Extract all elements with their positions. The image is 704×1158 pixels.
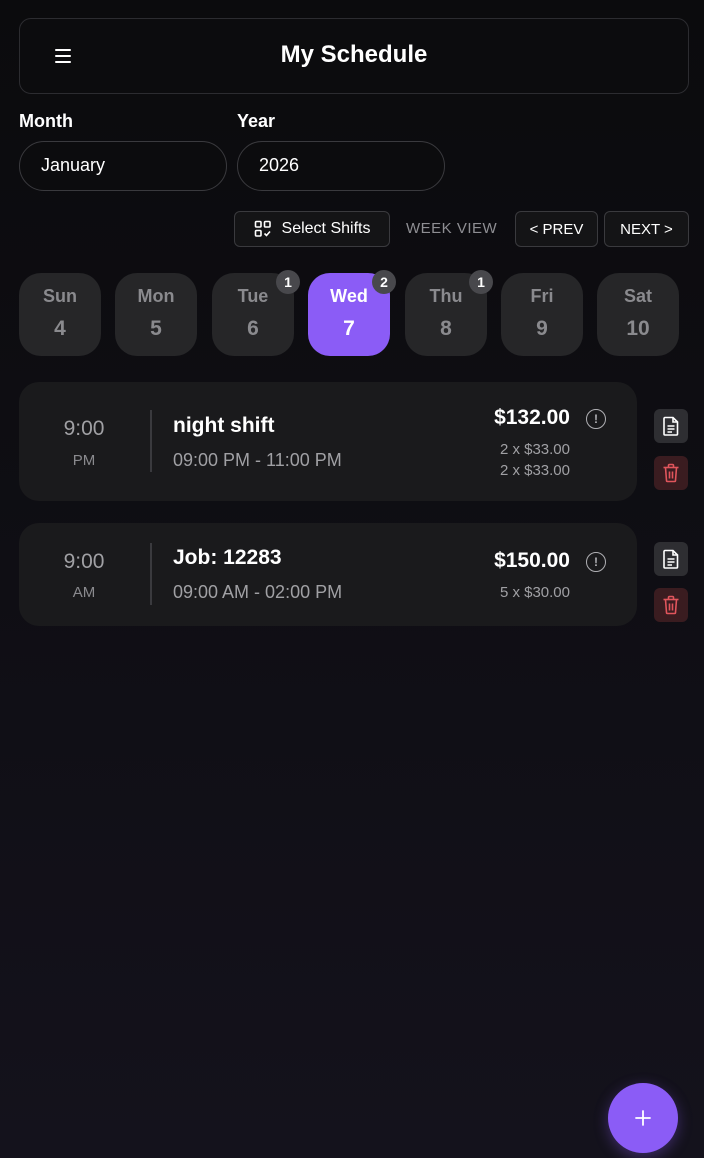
- shift-time-range: 09:00 PM - 11:00 PM: [173, 450, 342, 470]
- shift-divider: [150, 410, 152, 472]
- day-name: Mon: [137, 286, 175, 306]
- shift-card[interactable]: 9:00 AM Job: 12283 09:00 AM - 02:00 PM $…: [19, 523, 637, 626]
- month-label: Month: [19, 111, 73, 131]
- day-wed[interactable]: Wed 7 2: [308, 270, 396, 356]
- pay-breakdown-line: 5 x $30.00: [499, 584, 570, 601]
- shift-title: night shift: [173, 414, 275, 437]
- day-tue[interactable]: Tue 6 1: [212, 270, 300, 356]
- shift-card[interactable]: 9:00 PM night shift 09:00 PM - 11:00 PM …: [19, 382, 637, 501]
- add-shift-button[interactable]: [608, 1083, 678, 1153]
- select-shifts-button[interactable]: Select Shifts: [234, 211, 390, 247]
- day-number: 6: [247, 317, 259, 340]
- week-view-label: WEEK VIEW: [406, 220, 498, 237]
- plus-icon: [634, 1109, 652, 1127]
- day-thu[interactable]: Thu 8 1: [405, 270, 493, 356]
- year-label: Year: [237, 111, 276, 131]
- info-icon[interactable]: [586, 552, 606, 572]
- day-fri[interactable]: Fri 9: [501, 273, 583, 356]
- document-icon[interactable]: [654, 542, 688, 576]
- day-number: 8: [440, 317, 452, 340]
- app-header: My Schedule: [19, 18, 689, 94]
- prev-button[interactable]: < PREV: [515, 211, 598, 247]
- shift-amount: $132.00: [494, 406, 570, 429]
- day-name: Fri: [530, 286, 554, 306]
- day-number: 7: [343, 317, 355, 340]
- day-number: 10: [626, 317, 650, 340]
- shift-amount: $150.00: [494, 549, 570, 572]
- next-button[interactable]: NEXT >: [604, 211, 689, 247]
- shift-meridiem: AM: [72, 584, 96, 601]
- shift-start-time: 9:00: [63, 417, 105, 440]
- pay-breakdown-line: 2 x $33.00: [499, 462, 570, 479]
- day-sun[interactable]: Sun 4: [19, 273, 101, 356]
- year-select[interactable]: 2026: [237, 141, 445, 191]
- shift-meridiem: PM: [72, 452, 96, 469]
- shift-count-badge: 1: [469, 270, 493, 294]
- shift-time-range: 09:00 AM - 02:00 PM: [173, 582, 343, 602]
- day-sat[interactable]: Sat 10: [597, 273, 679, 356]
- document-icon[interactable]: [654, 409, 688, 443]
- trash-icon[interactable]: [654, 456, 688, 490]
- day-name: Sat: [623, 286, 652, 306]
- shift-divider: [150, 543, 152, 605]
- day-name: Wed: [330, 286, 368, 306]
- shift-title: Job: 12283: [173, 546, 282, 569]
- trash-icon[interactable]: [654, 588, 688, 622]
- day-mon[interactable]: Mon 5: [115, 273, 197, 356]
- day-number: 5: [150, 317, 162, 340]
- select-shifts-label: Select Shifts: [281, 220, 371, 237]
- page-title: My Schedule: [280, 41, 428, 68]
- month-select[interactable]: January: [19, 141, 227, 191]
- grid-check-icon: [254, 220, 272, 238]
- day-number: 4: [54, 317, 66, 340]
- day-name: Sun: [43, 286, 77, 306]
- shift-start-time: 9:00: [63, 550, 105, 573]
- shift-count-badge: 1: [276, 270, 300, 294]
- day-name: Thu: [429, 286, 463, 306]
- pay-breakdown-line: 2 x $33.00: [499, 441, 570, 458]
- info-icon[interactable]: [586, 409, 606, 429]
- day-number: 9: [536, 317, 548, 340]
- shift-count-badge: 2: [372, 270, 396, 294]
- day-name: Tue: [237, 286, 269, 306]
